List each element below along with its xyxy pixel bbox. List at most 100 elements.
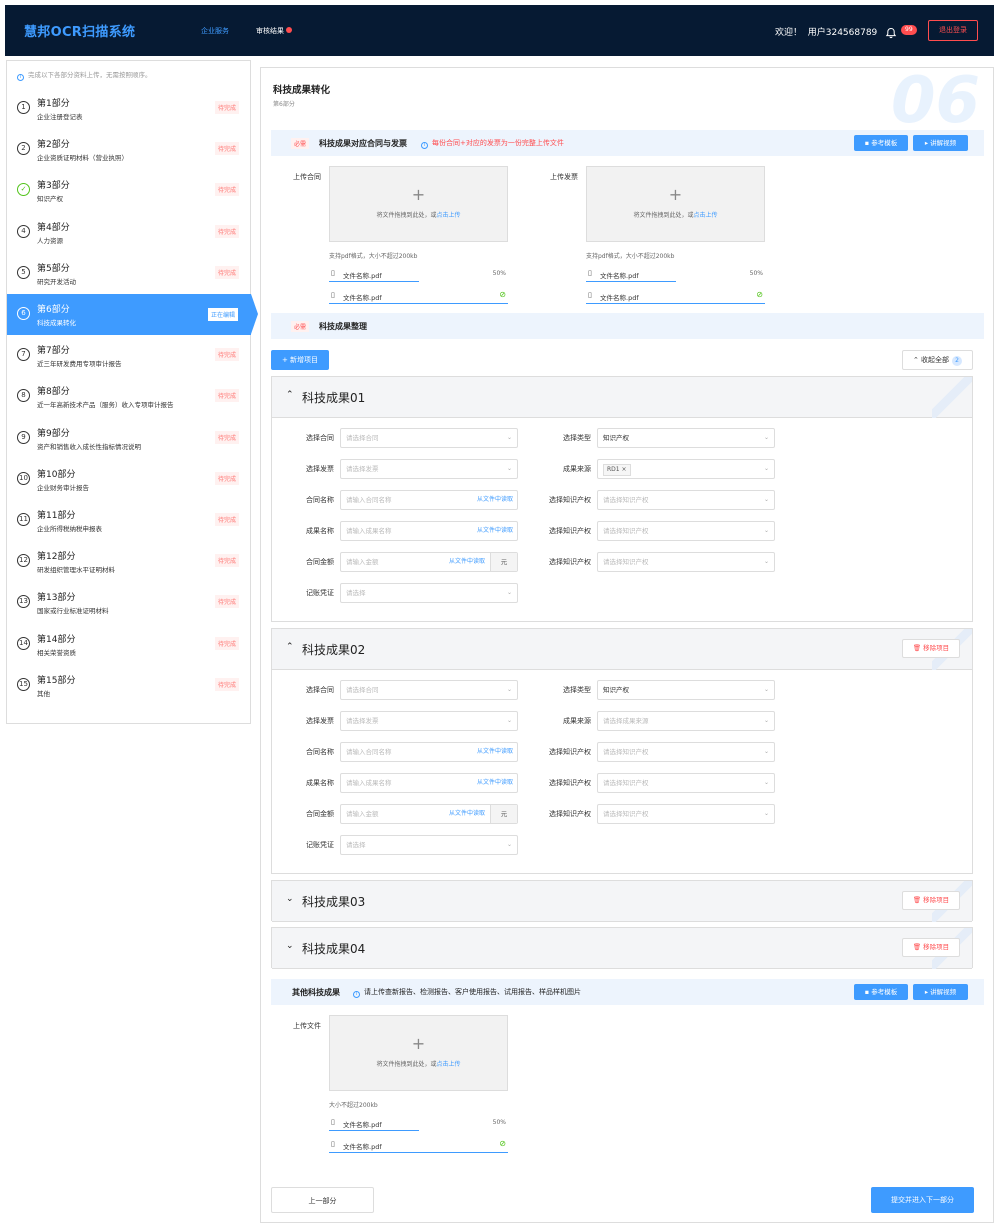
read-from-file-link[interactable]: 从文件中读取 bbox=[449, 553, 485, 571]
form-field[interactable]: 请选择 ⌄ bbox=[340, 835, 518, 855]
chevron-down-icon[interactable]: ⌄ bbox=[286, 941, 294, 951]
uploading-file[interactable]: ▯ 文件名称.pdf 50% bbox=[586, 268, 765, 282]
form-field[interactable]: 请选择成果来源 ⌄ bbox=[597, 711, 775, 731]
sidebar-item-part-13[interactable]: 13 第13部分 国家或行业标准证明材料 待完成 bbox=[7, 582, 251, 623]
sidebar-item-part-14[interactable]: 14 第14部分 相关荣誉资质 待完成 bbox=[7, 624, 251, 665]
field-label: 选择知识产权 bbox=[549, 748, 591, 756]
read-from-file-link[interactable]: 从文件中读取 bbox=[477, 774, 513, 792]
form-field[interactable]: 请选择知识产权 ⌄ bbox=[597, 521, 775, 541]
read-from-file-link[interactable]: 从文件中读取 bbox=[477, 743, 513, 761]
form-field[interactable]: 请选择合同 ⌄ bbox=[340, 680, 518, 700]
sidebar-item-part-6[interactable]: 6 第6部分 科技成果转化 正在编辑 bbox=[7, 294, 251, 335]
reference-template-button[interactable]: ▪ 参考模板 bbox=[854, 135, 908, 151]
previous-section-button[interactable]: 上一部分 bbox=[271, 1187, 374, 1213]
uploading-file[interactable]: ▯ 文件名称.pdf 50% bbox=[329, 268, 508, 282]
sidebar-item-part-1[interactable]: 1 第1部分 企业注册登记表 待完成 bbox=[7, 88, 251, 129]
explain-video-button[interactable]: ▸ 讲解视频 bbox=[913, 984, 968, 1000]
read-from-file-link[interactable]: 从文件中读取 bbox=[449, 805, 485, 823]
form-field[interactable]: 请选择 ⌄ bbox=[340, 583, 518, 603]
check-circle-icon: ✓ bbox=[17, 183, 30, 197]
file-upload-dropzone[interactable]: + 将文件拖拽到此处，或点击上传 bbox=[329, 1015, 508, 1091]
project-header[interactable]: ⌄ 科技成果04 🗑 移除项目 bbox=[272, 928, 972, 969]
form-field[interactable]: 请选择知识产权 ⌄ bbox=[597, 490, 775, 510]
sidebar-item-subtitle: 企业资质证明材料（营业执照） bbox=[37, 154, 128, 163]
nav-review-results[interactable]: 审核结果 bbox=[256, 26, 292, 36]
selected-tag[interactable]: RD1 × bbox=[603, 464, 631, 476]
form-field[interactable]: 请选择知识产权 ⌄ bbox=[597, 742, 775, 762]
form-field[interactable]: 请输入金额 从文件中读取元 bbox=[340, 804, 518, 824]
form-field[interactable]: 请输入金额 从文件中读取元 bbox=[340, 552, 518, 572]
sidebar-item-part-5[interactable]: 5 第5部分 研究开发活动 待完成 bbox=[7, 253, 251, 294]
sidebar-item-part-12[interactable]: 12 第12部分 研发组织管理水平证明材料 待完成 bbox=[7, 541, 251, 582]
status-badge: 待完成 bbox=[214, 677, 239, 691]
nav-enterprise-service[interactable]: 企业服务 bbox=[201, 26, 229, 36]
add-project-button[interactable]: + 新增项目 bbox=[271, 350, 329, 370]
invoice-upload-dropzone[interactable]: + 将文件拖拽到此处，或点击上传 bbox=[586, 166, 765, 242]
sidebar-item-part-10[interactable]: 10 第10部分 企业财务审计报告 待完成 bbox=[7, 459, 251, 500]
sidebar-item-subtitle: 近三年研发费用专项审计报告 bbox=[37, 360, 122, 369]
remove-project-button[interactable]: 🗑 移除项目 bbox=[902, 639, 960, 658]
uploading-file[interactable]: ▯ 文件名称.pdf 50% bbox=[329, 1117, 508, 1131]
sidebar-item-part-11[interactable]: 11 第11部分 企业所得税纳税申报表 待完成 bbox=[7, 500, 251, 541]
sidebar-item-title: 第11部分 bbox=[37, 511, 76, 521]
reference-template-label: 参考模板 bbox=[871, 139, 898, 147]
sidebar-item-part-3[interactable]: ✓ 第3部分 知识产权 待完成 bbox=[7, 170, 251, 211]
contract-upload-dropzone[interactable]: + 将文件拖拽到此处，或点击上传 bbox=[329, 166, 508, 242]
project-header[interactable]: ⌃ 科技成果01 bbox=[272, 377, 972, 418]
chevron-down-icon: ⌄ bbox=[763, 527, 769, 534]
file-name: 文件名称.pdf bbox=[343, 1121, 382, 1129]
uploaded-file[interactable]: ▯ 文件名称.pdf ⊘ bbox=[329, 290, 508, 304]
form-field[interactable]: 请选择知识产权 ⌄ bbox=[597, 804, 775, 824]
uploaded-file[interactable]: ▯ 文件名称.pdf ⊘ bbox=[586, 290, 765, 304]
click-upload-link[interactable]: 点击上传 bbox=[437, 212, 461, 219]
sidebar-item-part-2[interactable]: 2 第2部分 企业资质证明材料（营业执照） 待完成 bbox=[7, 129, 251, 170]
form-field[interactable]: RD1 × ⌄ bbox=[597, 459, 775, 479]
sidebar-item-part-9[interactable]: 9 第9部分 资产和销售收入成长性指标情况说明 待完成 bbox=[7, 418, 251, 459]
uploaded-file[interactable]: ▯ 文件名称.pdf ⊘ bbox=[329, 1139, 508, 1153]
chevron-down-icon[interactable]: ⌄ bbox=[286, 894, 294, 904]
user-name[interactable]: 用户324568789 bbox=[808, 28, 878, 38]
logout-button[interactable]: 退出登录 bbox=[928, 20, 978, 41]
read-from-file-link[interactable]: 从文件中读取 bbox=[477, 522, 513, 540]
field-placeholder: 请选择发票 bbox=[346, 465, 379, 473]
sidebar-item-part-8[interactable]: 8 第8部分 近一年高新技术产品（服务）收入专项审计报告 待完成 bbox=[7, 376, 251, 417]
form-field[interactable]: 请选择知识产权 ⌄ bbox=[597, 773, 775, 793]
read-from-file-link[interactable]: 从文件中读取 bbox=[477, 491, 513, 509]
field-placeholder: 请输入合同名称 bbox=[346, 748, 392, 756]
click-upload-link[interactable]: 点击上传 bbox=[437, 1061, 461, 1068]
form-field[interactable]: 请选择发票 ⌄ bbox=[340, 459, 518, 479]
step-number: 2 bbox=[17, 142, 30, 156]
reference-template-button[interactable]: ▪ 参考模板 bbox=[854, 984, 908, 1000]
sidebar-item-part-15[interactable]: 15 第15部分 其他 待完成 bbox=[7, 665, 251, 706]
project-header[interactable]: ⌃ 科技成果02 🗑 移除项目 bbox=[272, 629, 972, 670]
bell-icon[interactable] bbox=[885, 24, 897, 39]
project-title: 科技成果02 bbox=[302, 643, 366, 657]
check-circle-icon: ⊘ bbox=[499, 1139, 506, 1148]
check-circle-icon: ⊘ bbox=[499, 290, 506, 299]
sidebar-item-part-7[interactable]: 7 第7部分 近三年研发费用专项审计报告 待完成 bbox=[7, 335, 251, 376]
sidebar-item-subtitle: 企业所得税纳税申报表 bbox=[37, 525, 102, 533]
remove-project-button[interactable]: 🗑 移除项目 bbox=[902, 938, 960, 957]
sidebar-item-part-4[interactable]: 4 第4部分 人力资源 待完成 bbox=[7, 212, 251, 253]
project-header[interactable]: ⌄ 科技成果03 🗑 移除项目 bbox=[272, 881, 972, 922]
form-field[interactable]: 请输入成果名称 从文件中读取 bbox=[340, 521, 518, 541]
form-field[interactable]: 知识产权 ⌄ bbox=[597, 428, 775, 448]
submit-next-section-button[interactable]: 提交并进入下一部分 bbox=[871, 1187, 974, 1213]
field-label: 选择知识产权 bbox=[549, 496, 591, 504]
chevron-down-icon: ⌄ bbox=[763, 465, 769, 472]
explain-video-button[interactable]: ▸ 讲解视频 bbox=[913, 135, 968, 151]
form-field[interactable]: 请选择发票 ⌄ bbox=[340, 711, 518, 731]
click-upload-link[interactable]: 点击上传 bbox=[694, 212, 718, 219]
form-field[interactable]: 请选择知识产权 ⌄ bbox=[597, 552, 775, 572]
form-field[interactable]: 知识产权 ⌄ bbox=[597, 680, 775, 700]
form-field[interactable]: 请输入合同名称 从文件中读取 bbox=[340, 490, 518, 510]
chevron-up-icon[interactable]: ⌃ bbox=[286, 642, 294, 652]
file-name: 文件名称.pdf bbox=[600, 294, 639, 302]
sidebar-item-subtitle: 人力资源 bbox=[37, 236, 63, 245]
chevron-up-icon[interactable]: ⌃ bbox=[286, 390, 294, 400]
collapse-all-button[interactable]: ⌃ 收起全部 2 bbox=[902, 350, 973, 370]
form-field[interactable]: 请输入成果名称 从文件中读取 bbox=[340, 773, 518, 793]
remove-project-button[interactable]: 🗑 移除项目 bbox=[902, 891, 960, 910]
form-field[interactable]: 请选择合同 ⌄ bbox=[340, 428, 518, 448]
form-field[interactable]: 请输入合同名称 从文件中读取 bbox=[340, 742, 518, 762]
